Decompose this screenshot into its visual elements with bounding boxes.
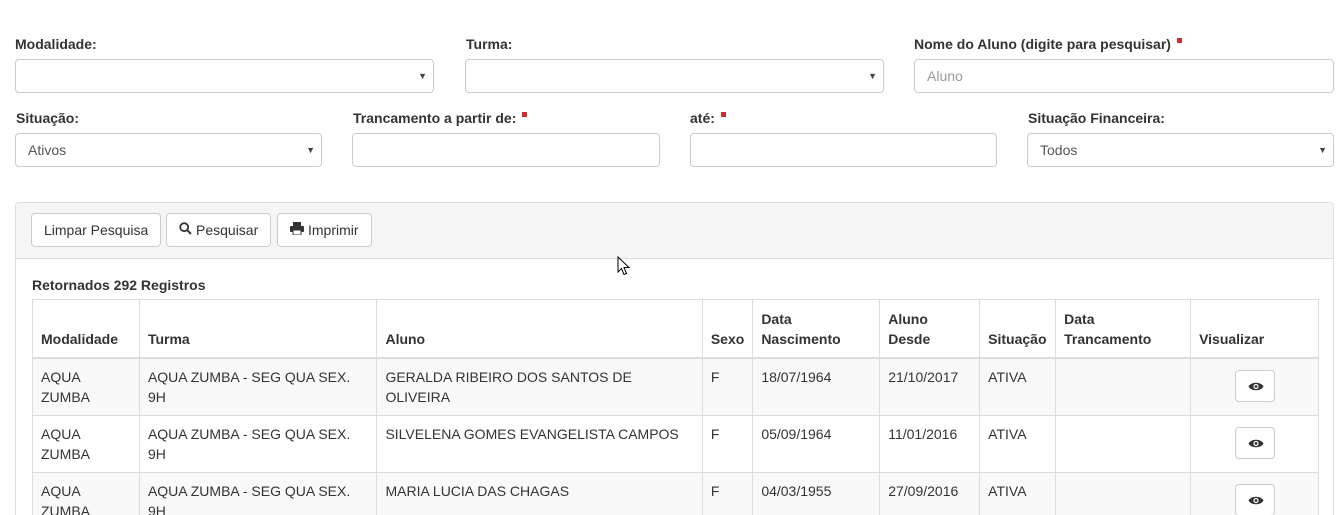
cell-desde: 27/09/2016 [879, 471, 981, 515]
cell-sexo: F [701, 414, 754, 473]
results-panel: Limpar Pesquisa Pesquisar Imprimir Retor… [15, 202, 1334, 515]
cell-situacao: ATIVA [979, 414, 1057, 473]
view-button[interactable] [1234, 426, 1275, 459]
cell-desde: 21/10/2017 [879, 357, 981, 416]
column-header: Turma [138, 299, 378, 359]
cell-nascimento: 18/07/1964 [752, 357, 881, 416]
cell-turma: AQUA ZUMBA - SEG QUA SEX. 9H [138, 357, 378, 416]
panel-toolbar: Limpar Pesquisa Pesquisar Imprimir [16, 203, 1333, 259]
situacao-value: Ativos [28, 142, 67, 158]
nome-aluno-label: Nome do Aluno (digite para pesquisar) [914, 36, 1182, 52]
modalidade-select[interactable]: ▼ [15, 59, 434, 93]
results-count: Retornados 292 Registros [32, 277, 206, 293]
cell-modalidade: AQUA ZUMBA [32, 414, 140, 473]
table-row: AQUA ZUMBA AQUA ZUMBA - SEG QUA SEX. 9H … [32, 414, 1319, 473]
cell-aluno: MARIA LUCIA DAS CHAGAS [376, 471, 703, 515]
column-header: Sexo [701, 299, 754, 359]
cell-visualizar [1190, 471, 1319, 515]
column-header: Data Nascimento [752, 299, 881, 359]
cell-visualizar [1190, 357, 1319, 416]
cell-turma: AQUA ZUMBA - SEG QUA SEX. 9H [138, 414, 378, 473]
required-marker [720, 112, 726, 117]
cell-trancamento [1055, 414, 1192, 473]
table-row: AQUA ZUMBA AQUA ZUMBA - SEG QUA SEX. 9H … [32, 357, 1319, 416]
cell-situacao: ATIVA [979, 471, 1057, 515]
print-button[interactable]: Imprimir [277, 213, 372, 247]
caret-down-icon: ▼ [418, 71, 427, 81]
cell-desde: 11/01/2016 [879, 414, 981, 473]
situacao-select[interactable]: Ativos ▼ [15, 133, 322, 167]
cell-modalidade: AQUA ZUMBA [32, 357, 140, 416]
caret-down-icon: ▼ [1318, 145, 1327, 155]
search-button[interactable]: Pesquisar [166, 213, 272, 247]
cell-aluno: SILVELENA GOMES EVANGELISTA CAMPOS [376, 414, 703, 473]
trancamento-ate-input[interactable] [690, 133, 997, 167]
cell-sexo: F [701, 357, 754, 416]
situacao-label: Situação: [16, 110, 80, 126]
trancamento-de-label: Trancamento a partir de: [353, 110, 528, 126]
column-header: Aluno [376, 299, 703, 359]
situacao-financeira-value: Todos [1040, 142, 1078, 158]
results-table: Modalidade Turma Aluno Sexo Data Nascime… [32, 299, 1319, 515]
cell-modalidade: AQUA ZUMBA [32, 471, 140, 515]
eye-icon [1248, 496, 1264, 504]
column-header: Visualizar [1190, 299, 1319, 359]
column-header: Data Trancamento [1055, 299, 1192, 359]
cell-nascimento: 04/03/1955 [752, 471, 881, 515]
column-header: Modalidade [32, 299, 140, 359]
mouse-cursor-icon [617, 256, 631, 276]
view-button[interactable] [1234, 369, 1275, 402]
required-marker [522, 112, 528, 117]
column-header: Aluno Desde [879, 299, 981, 359]
turma-label: Turma: [466, 36, 513, 52]
situacao-financeira-label: Situação Financeira: [1028, 110, 1165, 126]
table-row: AQUA ZUMBA AQUA ZUMBA - SEG QUA SEX. 9H … [32, 471, 1319, 515]
clear-search-button[interactable]: Limpar Pesquisa [31, 213, 162, 247]
cell-trancamento [1055, 471, 1192, 515]
modalidade-label: Modalidade: [15, 36, 97, 52]
nome-aluno-input[interactable]: Aluno [914, 59, 1334, 93]
turma-select[interactable]: ▼ [465, 59, 884, 93]
print-icon [290, 215, 304, 247]
trancamento-ate-label: até: [690, 110, 726, 126]
eye-icon [1248, 382, 1264, 390]
required-marker [1176, 38, 1182, 43]
cell-turma: AQUA ZUMBA - SEG QUA SEX. 9H [138, 471, 378, 515]
cell-situacao: ATIVA [979, 357, 1057, 416]
cell-visualizar [1190, 414, 1319, 473]
caret-down-icon: ▼ [868, 71, 877, 81]
table-header-row: Modalidade Turma Aluno Sexo Data Nascime… [32, 299, 1319, 359]
cell-sexo: F [701, 471, 754, 515]
column-header: Situação [979, 299, 1057, 359]
situacao-financeira-select[interactable]: Todos ▼ [1027, 133, 1334, 167]
cell-nascimento: 05/09/1964 [752, 414, 881, 473]
caret-down-icon: ▼ [306, 145, 315, 155]
cell-aluno: GERALDA RIBEIRO DOS SANTOS DE OLIVEIRA [376, 357, 703, 416]
eye-icon [1248, 439, 1264, 447]
trancamento-de-input[interactable] [352, 133, 660, 167]
cell-trancamento [1055, 357, 1192, 416]
nome-aluno-placeholder: Aluno [927, 68, 963, 84]
search-icon [179, 215, 192, 247]
view-button[interactable] [1234, 483, 1275, 515]
